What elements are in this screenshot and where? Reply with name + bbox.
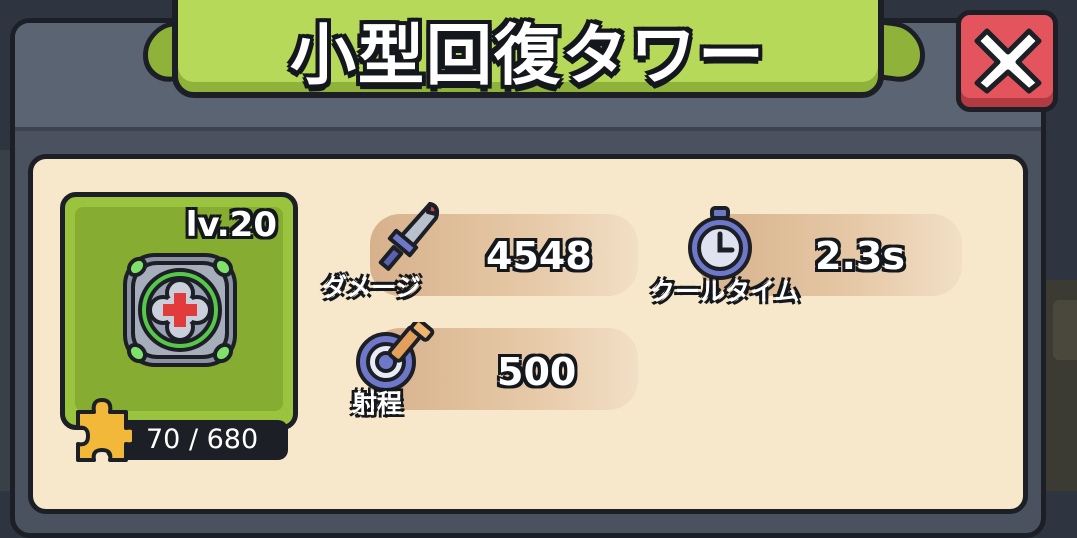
tower-card[interactable]: lv.20: [60, 192, 298, 430]
puzzle-piece-icon: [76, 398, 132, 462]
title-banner: 小型回復タワー: [172, 0, 884, 98]
close-button[interactable]: [956, 10, 1058, 112]
range-label: 射程: [352, 389, 403, 418]
background-left: [0, 150, 10, 491]
damage-value: 4548: [486, 234, 592, 278]
range-value: 500: [497, 350, 577, 394]
shard-count: 70 / 680: [146, 424, 259, 455]
tower-level: lv.20: [185, 205, 277, 245]
cooldown-label: クールタイム: [650, 277, 800, 306]
background-strip: [1053, 300, 1077, 360]
heal-tower-icon: [123, 253, 237, 367]
damage-label: ダメージ: [322, 273, 421, 302]
close-x-icon: [974, 28, 1042, 94]
cooldown-value: 2.3s: [815, 234, 905, 278]
background-right: [1045, 280, 1077, 491]
stopwatch-icon: [688, 206, 752, 280]
dialog-title: 小型回復タワー: [290, 17, 766, 94]
